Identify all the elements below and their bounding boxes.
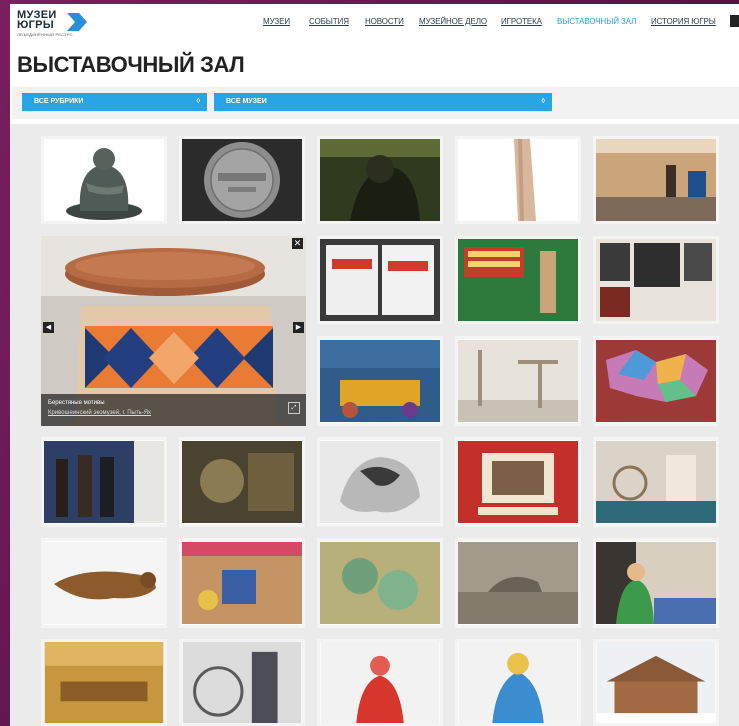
prev-arrow-icon[interactable]: ◀ bbox=[43, 322, 54, 333]
expand-icon[interactable]: ⤢ bbox=[288, 402, 300, 414]
featured-caption: Берестяные мотивы Кривошеинский экомузей… bbox=[41, 394, 306, 426]
gallery-item-war-poster[interactable] bbox=[455, 236, 581, 324]
gallery-item-needlework[interactable] bbox=[179, 538, 305, 628]
war-photos-image bbox=[596, 239, 716, 321]
museum-select-value: ВСЕ МУЗЕИ bbox=[226, 98, 267, 105]
gallery-item-carved-wood[interactable] bbox=[455, 136, 581, 224]
bronze-figure-image bbox=[44, 139, 164, 221]
gallery-item-sepia-photo[interactable] bbox=[455, 538, 581, 628]
gallery-item-wooden-house[interactable] bbox=[593, 639, 719, 726]
medal-plaque-image bbox=[182, 441, 302, 523]
gallery-item-visitors[interactable] bbox=[41, 437, 167, 527]
gallery-item-exhibit-room[interactable] bbox=[593, 136, 719, 224]
coin-image bbox=[182, 139, 302, 221]
site-logo[interactable]: МУЗЕИ ЮГРЫ ОБЪЕДИНЁННЫЙ РЕСУРС bbox=[17, 10, 87, 40]
rubric-select[interactable]: ВСЕ РУБРИКИ ◊ bbox=[22, 93, 207, 111]
gallery-item-posters[interactable] bbox=[317, 236, 443, 324]
sepia-photo-image bbox=[458, 542, 578, 624]
nav-yugra-history[interactable]: ИСТОРИЯ ЮГРЫ bbox=[651, 17, 716, 26]
gallery-item-seated-woman[interactable] bbox=[593, 538, 719, 628]
workshop-tools-image bbox=[458, 340, 578, 422]
gallery-item-coin[interactable] bbox=[179, 136, 305, 224]
sacred-water-poster-image bbox=[320, 340, 440, 422]
seated-woman-image bbox=[596, 542, 716, 624]
gallery-item-medal-plaque[interactable] bbox=[179, 437, 305, 527]
next-arrow-icon[interactable]: ▶ bbox=[293, 322, 304, 333]
wooden-house-image bbox=[596, 642, 716, 723]
nav-games[interactable]: ИГРОТЕКА bbox=[501, 17, 542, 26]
gallery-item-dark-sculpture[interactable] bbox=[317, 136, 443, 224]
dark-sculpture-image bbox=[320, 139, 440, 221]
gallery-item-sacred-water-poster[interactable] bbox=[317, 336, 443, 426]
nav-news[interactable]: НОВОСТИ bbox=[365, 17, 404, 26]
vintage-poster-image bbox=[458, 441, 578, 523]
gallery-item-wooden-workshop[interactable] bbox=[41, 639, 167, 726]
gallery-item-war-photos[interactable] bbox=[593, 236, 719, 324]
page-title: ВЫСТАВОЧНЫЙ ЗАЛ bbox=[17, 52, 245, 77]
featured-item[interactable]: ✕ ◀ ▶ Берестяные мотивы Кривошеинский эк… bbox=[41, 236, 306, 426]
filter-bar: ВСЕ РУБРИКИ ◊ ВСЕ МУЗЕИ ◊ bbox=[12, 87, 739, 119]
nav-museums[interactable]: МУЗЕИ bbox=[263, 17, 290, 26]
spinning-wheel-room-image bbox=[596, 441, 716, 523]
nav-events[interactable]: СОБЫТИЯ bbox=[309, 17, 349, 26]
visitors-image bbox=[44, 441, 164, 523]
museum-select[interactable]: ВСЕ МУЗЕИ ◊ bbox=[214, 93, 552, 111]
gallery-item-red-doll[interactable] bbox=[317, 639, 443, 726]
rubric-select-value: ВСЕ РУБРИКИ bbox=[34, 98, 84, 105]
browser-page: МУЗЕИ ЮГРЫ ОБЪЕДИНЁННЫЙ РЕСУРС МУЗЕИ СОБ… bbox=[10, 4, 739, 726]
logo-text: МУЗЕИ ЮГРЫ bbox=[17, 9, 57, 31]
chevron-icon: ◊ bbox=[541, 98, 545, 105]
logo-arrow-icon bbox=[67, 13, 87, 31]
featured-title: Берестяные мотивы bbox=[48, 400, 105, 406]
site-header: МУЗЕИ ЮГРЫ ОБЪЕДИНЁННЫЙ РЕСУРС МУЗЕИ СОБ… bbox=[10, 4, 739, 42]
wooden-workshop-image bbox=[44, 642, 164, 723]
gallery-grid: ✕ ◀ ▶ Берестяные мотивы Кривошеинский эк… bbox=[10, 124, 739, 726]
chevron-icon: ◊ bbox=[196, 98, 200, 105]
colored-map-image bbox=[596, 340, 716, 422]
war-poster-image bbox=[458, 239, 578, 321]
gallery-item-vintage-poster[interactable] bbox=[455, 437, 581, 527]
close-icon[interactable]: ✕ bbox=[292, 238, 303, 249]
embroidery-green-image bbox=[320, 542, 440, 624]
gallery-item-crumpled-figure[interactable] bbox=[317, 437, 443, 527]
gallery-item-stuffed-weasel[interactable] bbox=[41, 538, 167, 628]
gallery-item-bronze-figure[interactable] bbox=[41, 136, 167, 224]
gallery-item-spinning-wheel-room[interactable] bbox=[593, 437, 719, 527]
posters-image bbox=[320, 239, 440, 321]
logo-subtitle: ОБЪЕДИНЁННЫЙ РЕСУРС bbox=[17, 32, 73, 37]
featured-museum-link[interactable]: Кривошеинский экомузей, г. Пыть-Ях bbox=[48, 410, 151, 416]
gallery-item-spinning-wheel[interactable] bbox=[179, 639, 305, 726]
gallery-item-workshop-tools[interactable] bbox=[455, 336, 581, 426]
red-doll-image bbox=[320, 642, 440, 723]
spinning-wheel-image bbox=[182, 642, 302, 723]
gallery-item-folk-doll[interactable] bbox=[455, 639, 581, 726]
nav-exhibition-hall[interactable]: ВЫСТАВОЧНЫЙ ЗАЛ bbox=[557, 17, 636, 26]
exhibit-room-image bbox=[596, 139, 716, 221]
nav-museum-work[interactable]: МУЗЕЙНОЕ ДЕЛО bbox=[419, 17, 487, 26]
gallery-item-embroidery-green[interactable] bbox=[317, 538, 443, 628]
carved-wood-image bbox=[458, 139, 578, 221]
crumpled-figure-image bbox=[320, 441, 440, 523]
language-button[interactable] bbox=[730, 15, 739, 27]
needlework-image bbox=[182, 542, 302, 624]
gallery-item-colored-map[interactable] bbox=[593, 336, 719, 426]
folk-doll-image bbox=[458, 642, 578, 723]
stuffed-weasel-image bbox=[44, 542, 164, 624]
